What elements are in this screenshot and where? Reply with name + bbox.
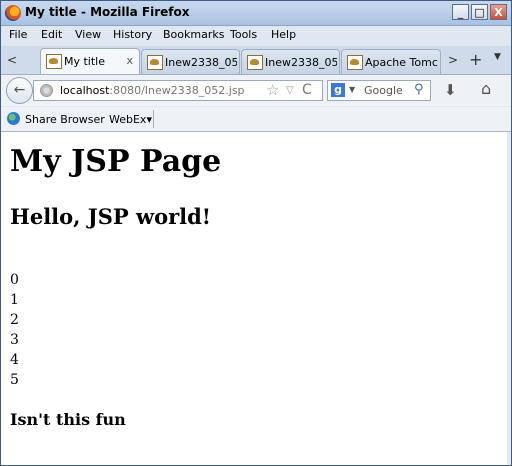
tab-close-icon[interactable]: x — [126, 54, 133, 67]
bookmarks-toolbar: Share Browser WebEx▾ — [1, 107, 511, 132]
number-line: 3 — [10, 332, 19, 348]
search-engine-dropdown-icon[interactable]: ▼ — [349, 85, 355, 94]
menu-history[interactable]: History — [113, 28, 152, 41]
share-browser-icon — [7, 112, 20, 125]
page-content: My JSP Page Hello, JSP world! 0 1 2 3 4 … — [1, 132, 507, 465]
menu-edit[interactable]: Edit — [41, 28, 62, 41]
number-line: 5 — [10, 372, 19, 388]
tab-label: My title — [64, 55, 106, 68]
home-icon[interactable]: ⌂ — [481, 79, 491, 98]
history-dropdown-icon[interactable]: ▽ — [286, 85, 294, 96]
search-icon[interactable]: ⚲ — [414, 82, 424, 97]
tab-label: Inew2338_050 — [265, 56, 337, 69]
title-bar: My title - Mozilla Firefox _ □ X — [1, 1, 511, 26]
share-browser-button[interactable]: Share Browser — [25, 113, 105, 126]
firefox-logo-icon — [5, 5, 21, 21]
bookmark-star-icon[interactable]: ☆ — [266, 81, 279, 99]
globe-icon — [40, 84, 53, 97]
search-input[interactable]: Google — [364, 84, 403, 97]
window-controls: _ □ X — [452, 4, 507, 20]
number-line: 1 — [10, 292, 19, 308]
number-line: 2 — [10, 312, 19, 328]
number-line: 4 — [10, 352, 19, 368]
number-line: 0 — [10, 272, 19, 288]
menu-tools[interactable]: Tools — [230, 28, 257, 41]
downloads-icon[interactable]: ⬇ — [444, 81, 457, 99]
search-bar[interactable]: g ▼ Google ⚲ — [327, 80, 431, 101]
tomcat-favicon-icon — [247, 55, 263, 70]
tab-label: Inew2338_051 — [165, 56, 237, 69]
tomcat-favicon-icon — [347, 55, 363, 70]
right-window-edge — [507, 132, 511, 465]
minimize-button[interactable]: _ — [452, 4, 469, 20]
tab-inew2338-051[interactable]: Inew2338_051 — [141, 49, 240, 74]
close-button[interactable]: X — [490, 4, 507, 20]
toolbar-divider — [153, 110, 154, 128]
url-host: localhost — [60, 84, 110, 97]
tab-scroll-right-button[interactable]: > — [445, 51, 461, 69]
url-bar[interactable]: localhost:8080/Inew2338_052.jsp ☆ ▽ C — [33, 80, 323, 101]
menu-bar: File Edit View History Bookmarks Tools H… — [1, 26, 511, 45]
browser-window: My title - Mozilla Firefox _ □ X File Ed… — [0, 0, 512, 466]
tab-inew2338-050[interactable]: Inew2338_050 — [241, 49, 340, 74]
tomcat-favicon-icon — [147, 55, 163, 70]
back-button[interactable]: ← — [6, 77, 33, 104]
url-text[interactable]: localhost:8080/Inew2338_052.jsp — [60, 84, 245, 97]
reload-icon[interactable]: C — [302, 82, 312, 98]
tab-label: Apache Tomc... — [365, 56, 439, 69]
new-tab-button[interactable]: + — [469, 50, 482, 69]
tab-bar: < My title x Inew2338_051 Inew2338_050 A… — [1, 46, 511, 75]
page-heading-2: Hello, JSP world! — [10, 204, 212, 229]
page-heading-3: Isn't this fun — [10, 410, 126, 429]
menu-bookmarks[interactable]: Bookmarks — [163, 28, 224, 41]
navigation-bar: ← localhost:8080/Inew2338_052.jsp ☆ ▽ C … — [1, 75, 511, 106]
url-path: :8080/Inew2338_052.jsp — [109, 84, 245, 97]
google-logo-icon[interactable]: g — [331, 83, 345, 97]
window-title: My title - Mozilla Firefox — [25, 5, 190, 19]
menu-file[interactable]: File — [9, 28, 27, 41]
tab-apache-tomcat[interactable]: Apache Tomc... — [341, 49, 441, 74]
webex-menu-button[interactable]: WebEx▾ — [109, 113, 152, 126]
tab-scroll-left-button[interactable]: < — [4, 51, 20, 69]
tomcat-favicon-icon — [46, 54, 62, 69]
menu-help[interactable]: Help — [271, 28, 296, 41]
menu-view[interactable]: View — [75, 28, 101, 41]
maximize-button[interactable]: □ — [471, 4, 488, 20]
page-heading-1: My JSP Page — [10, 144, 222, 179]
tab-my-title[interactable]: My title x — [40, 48, 140, 74]
tab-list-button[interactable]: ▼ — [494, 52, 501, 62]
